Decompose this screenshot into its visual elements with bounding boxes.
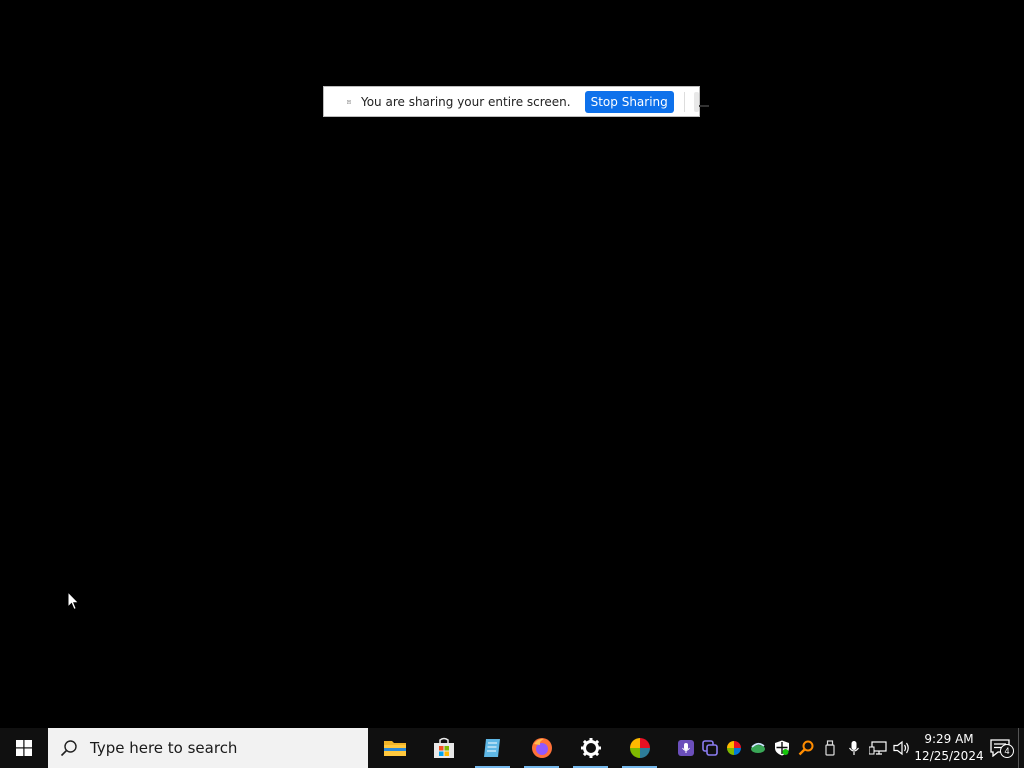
tray-network[interactable] bbox=[866, 728, 890, 768]
taskbar-app-microsoft-store[interactable] bbox=[419, 728, 468, 768]
taskbar-apps bbox=[370, 728, 664, 768]
system-tray: 9:29 AM 12/25/2024 4 bbox=[674, 728, 1024, 768]
clock-date: 12/25/2024 bbox=[914, 749, 984, 763]
mouse-cursor-icon bbox=[67, 591, 80, 611]
taskbar-app-file-explorer[interactable] bbox=[370, 728, 419, 768]
windows-logo-icon bbox=[16, 740, 32, 756]
network-icon bbox=[869, 741, 887, 755]
tray-microphone[interactable] bbox=[842, 728, 866, 768]
notification-count-badge: 4 bbox=[1000, 744, 1014, 758]
tray-mic-app[interactable] bbox=[674, 728, 698, 768]
drag-handle[interactable] bbox=[330, 93, 331, 110]
tray-color-app[interactable] bbox=[722, 728, 746, 768]
search-icon bbox=[60, 740, 77, 757]
taskbar-app-color-app[interactable] bbox=[615, 728, 664, 768]
start-button[interactable] bbox=[0, 728, 48, 768]
microphone-icon bbox=[849, 741, 859, 755]
folder-icon bbox=[383, 741, 406, 756]
share-screen-icon bbox=[347, 99, 351, 104]
taskbar-clock[interactable]: 9:29 AM 12/25/2024 bbox=[914, 728, 984, 768]
firefox-icon bbox=[531, 738, 552, 758]
color-circle-icon bbox=[727, 741, 741, 755]
sync-icon bbox=[751, 742, 765, 753]
color-wheel-icon bbox=[629, 738, 650, 758]
clock-time: 9:29 AM bbox=[924, 732, 974, 746]
stop-sharing-button[interactable]: Stop Sharing bbox=[584, 90, 674, 113]
action-center-button[interactable]: 4 bbox=[982, 728, 1018, 768]
tray-sync-app[interactable] bbox=[746, 728, 770, 768]
taskbar-app-firefox[interactable] bbox=[517, 728, 566, 768]
speaker-icon bbox=[893, 740, 909, 756]
gear-icon bbox=[580, 738, 601, 758]
desktop: You are sharing your entire screen. Stop… bbox=[0, 0, 1024, 728]
copy-app-icon bbox=[702, 740, 718, 756]
microphone-app-icon bbox=[678, 740, 694, 756]
store-icon bbox=[433, 737, 454, 758]
shield-icon bbox=[775, 740, 789, 756]
usb-drive-icon bbox=[825, 740, 835, 756]
share-status-text: You are sharing your entire screen. bbox=[360, 94, 571, 109]
tray-windows-app[interactable] bbox=[698, 728, 722, 768]
screen-share-bar: You are sharing your entire screen. Stop… bbox=[323, 86, 709, 117]
tray-security-app[interactable] bbox=[770, 728, 794, 768]
minimize-button[interactable] bbox=[694, 91, 709, 112]
taskbar-app-settings[interactable] bbox=[566, 728, 615, 768]
tray-usb[interactable] bbox=[818, 728, 842, 768]
tray-search-app[interactable] bbox=[794, 728, 818, 768]
show-desktop-button[interactable] bbox=[1018, 728, 1024, 768]
tray-volume[interactable] bbox=[890, 728, 914, 768]
taskbar-app-notepad[interactable] bbox=[468, 728, 517, 768]
notepad-icon bbox=[483, 739, 500, 757]
magnifier-icon bbox=[798, 740, 814, 756]
taskbar: Type here to search 9:29 AM 12/25/2024 4 bbox=[0, 728, 1024, 768]
search-input[interactable]: Type here to search bbox=[48, 728, 368, 768]
search-placeholder: Type here to search bbox=[90, 739, 238, 757]
